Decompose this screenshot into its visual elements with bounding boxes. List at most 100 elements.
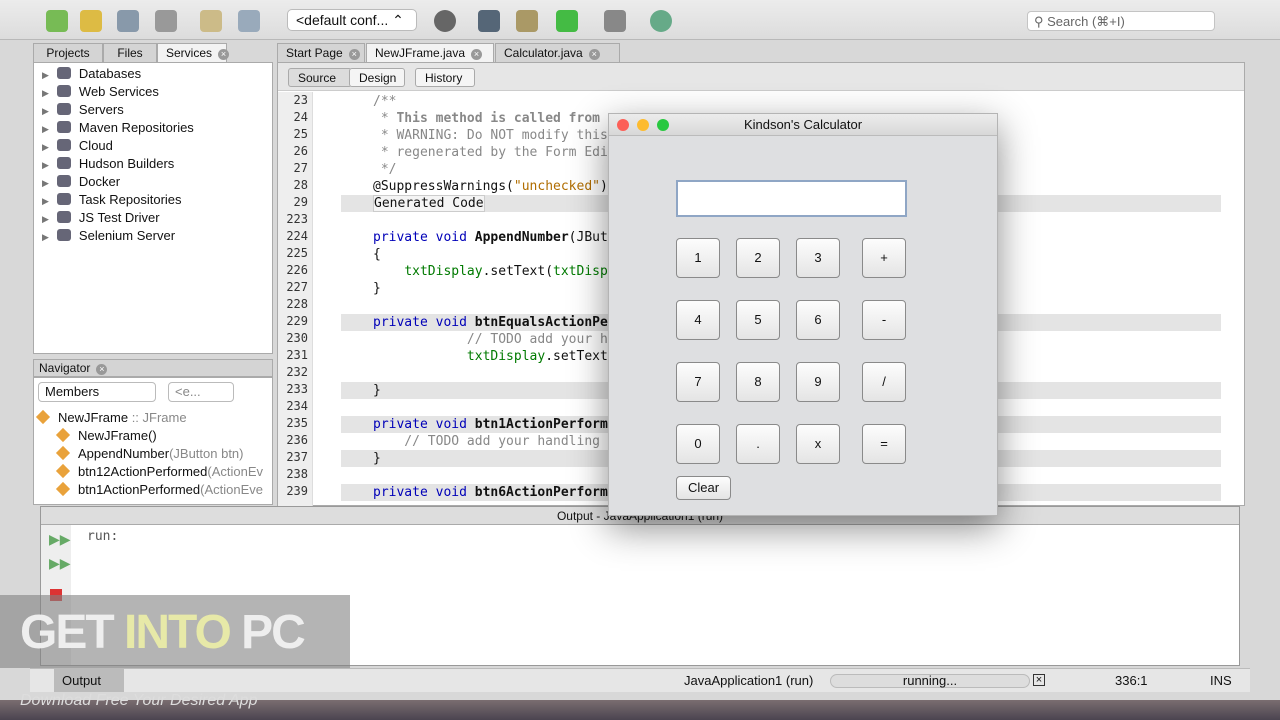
service-item[interactable]: ▶ Databases: [42, 66, 141, 84]
expand-icon[interactable]: ▶: [42, 142, 49, 152]
service-label: Hudson Builders: [78, 156, 175, 171]
service-item[interactable]: ▶ Selenium Server: [42, 228, 175, 246]
save-all-icon[interactable]: [155, 10, 177, 32]
close-icon[interactable]: [617, 119, 629, 131]
code-line: }: [373, 280, 381, 297]
calc-button-/[interactable]: /: [862, 362, 906, 402]
service-item[interactable]: ▶ Servers: [42, 102, 124, 120]
service-item[interactable]: ▶ Web Services: [42, 84, 159, 102]
source-button[interactable]: Source: [288, 68, 352, 87]
calc-button-=[interactable]: =: [862, 424, 906, 464]
navigator-header: Navigator ×: [33, 359, 273, 377]
expand-icon[interactable]: ▶: [42, 106, 49, 116]
calc-button-6[interactable]: 6: [796, 300, 840, 340]
redo-icon[interactable]: [238, 10, 260, 32]
expand-icon[interactable]: ▶: [42, 160, 49, 170]
line-number: 230: [286, 331, 308, 345]
rerun-icon[interactable]: ▶▶: [49, 531, 71, 548]
line-number: 233: [286, 382, 308, 396]
editor-tab-label: Start Page: [286, 46, 343, 60]
close-tab-icon[interactable]: ×: [348, 49, 360, 60]
service-item[interactable]: ▶ Task Repositories: [42, 192, 182, 210]
service-item[interactable]: ▶ Docker: [42, 174, 120, 192]
clear-button[interactable]: Clear: [676, 476, 731, 500]
output-text: run:: [87, 529, 119, 544]
calc-button-0[interactable]: 0: [676, 424, 720, 464]
code-token: // TODO add your h: [373, 332, 608, 347]
history-button[interactable]: History: [415, 68, 475, 87]
output-tab[interactable]: Output: [54, 669, 124, 692]
calc-button--[interactable]: -: [862, 300, 906, 340]
rerun-params-icon[interactable]: ▶▶: [49, 555, 71, 572]
run-icon[interactable]: [556, 10, 578, 32]
editor-tab[interactable]: NewJFrame.java ×: [366, 43, 494, 62]
calc-button-4[interactable]: 4: [676, 300, 720, 340]
close-tab-icon[interactable]: ×: [218, 49, 230, 60]
minimize-icon[interactable]: [637, 119, 649, 131]
calc-button-2[interactable]: 2: [736, 238, 780, 278]
new-file-icon[interactable]: [46, 10, 68, 32]
service-item[interactable]: ▶ Hudson Builders: [42, 156, 174, 174]
design-button[interactable]: Design: [349, 68, 405, 87]
editor-tab[interactable]: Start Page ×: [277, 43, 365, 62]
navigator-item[interactable]: btn1ActionPerformed(ActionEve: [55, 481, 263, 497]
clean-build-icon[interactable]: [516, 10, 538, 32]
navigator-title: Navigator: [39, 361, 91, 375]
member-icon: [35, 409, 51, 425]
calc-button-+[interactable]: +: [862, 238, 906, 278]
navigator-item[interactable]: btn12ActionPerformed(ActionEv: [55, 463, 263, 479]
service-item[interactable]: ▶ Cloud: [42, 138, 113, 156]
expand-icon[interactable]: ▶: [42, 70, 49, 80]
members-select[interactable]: Members: [38, 382, 156, 402]
code-token: (JBut: [568, 230, 608, 245]
undo-icon[interactable]: [200, 10, 222, 32]
config-select[interactable]: <default conf... ⌃: [287, 9, 417, 31]
expand-icon[interactable]: ▶: [42, 232, 49, 242]
display-field[interactable]: [676, 180, 907, 217]
code-token: txtDisplay: [466, 349, 546, 364]
code-line: // TODO add your h: [373, 331, 608, 348]
build-icon[interactable]: [478, 10, 500, 32]
navigator-item[interactable]: AppendNumber(JButton btn): [55, 445, 244, 461]
cancel-process-icon[interactable]: ×: [1033, 674, 1045, 686]
expand-icon[interactable]: ▶: [42, 214, 49, 224]
expand-icon[interactable]: ▶: [42, 196, 49, 206]
members-value: Members: [45, 384, 100, 399]
line-number: 235: [286, 416, 308, 430]
calc-button-5[interactable]: 5: [736, 300, 780, 340]
expand-icon[interactable]: ▶: [42, 178, 49, 188]
code-token: }: [373, 281, 381, 296]
expand-icon[interactable]: ▶: [42, 88, 49, 98]
maximize-icon[interactable]: [657, 119, 669, 131]
open-project-icon[interactable]: [117, 10, 139, 32]
filter-value: <e...: [175, 384, 201, 399]
tab-projects[interactable]: Projects: [33, 43, 103, 62]
globe-icon[interactable]: [434, 10, 456, 32]
code-token: private void: [373, 230, 475, 245]
calc-button-x[interactable]: x: [796, 424, 840, 464]
service-item[interactable]: ▶ Maven Repositories: [42, 120, 194, 138]
calc-button-8[interactable]: 8: [736, 362, 780, 402]
profile-icon[interactable]: [650, 10, 672, 32]
expand-icon[interactable]: ▶: [42, 124, 49, 134]
calc-button-7[interactable]: 7: [676, 362, 720, 402]
services-panel: ▶ Databases ▶ Web Services ▶ Servers ▶ Maven Re…: [33, 62, 273, 354]
filter-select[interactable]: <e...: [168, 382, 234, 402]
tab-services[interactable]: Services ×: [157, 43, 230, 62]
navigator-item[interactable]: NewJFrame :: JFrame: [35, 409, 187, 425]
editor-tab[interactable]: Calculator.java ×: [495, 43, 620, 62]
navigator-item[interactable]: NewJFrame(): [55, 427, 157, 443]
service-item[interactable]: ▶ JS Test Driver: [42, 210, 160, 228]
search-input[interactable]: ⚲ Search (⌘+I): [1027, 11, 1215, 31]
close-tab-icon[interactable]: ×: [471, 49, 483, 60]
tab-files[interactable]: Files: [103, 43, 157, 62]
close-tab-icon[interactable]: ×: [588, 49, 600, 60]
new-project-icon[interactable]: [80, 10, 102, 32]
calc-button-9[interactable]: 9: [796, 362, 840, 402]
calc-button-.[interactable]: .: [736, 424, 780, 464]
debug-icon[interactable]: [604, 10, 626, 32]
calc-button-1[interactable]: 1: [676, 238, 720, 278]
calc-button-3[interactable]: 3: [796, 238, 840, 278]
